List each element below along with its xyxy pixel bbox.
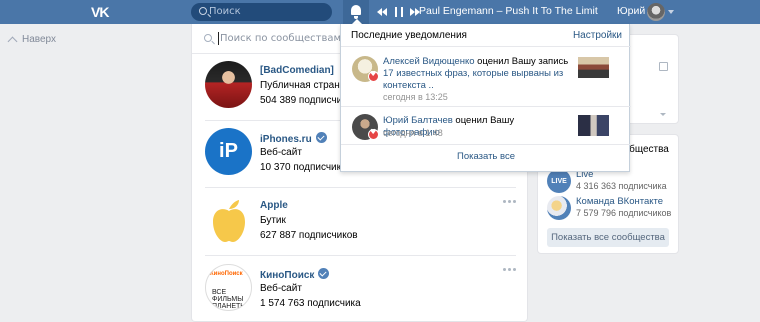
notification-time: сегодня в 1:48	[383, 128, 443, 138]
avatar-caption: ВСЕ ФИЛЬМЫ ПЛАНЕТЫ	[212, 289, 247, 310]
community-item[interactable]: Apple Бутик 627 887 подписчиков	[192, 190, 529, 256]
community-name[interactable]: КиноПоиск	[260, 268, 330, 281]
notification-object-link[interactable]: 17 известных фраз, которые вырваны из ко…	[383, 68, 563, 91]
bell-icon	[351, 5, 361, 19]
current-track-title[interactable]: Paul Engemann – Push It To The Limit	[419, 5, 598, 17]
chevron-down-icon[interactable]	[668, 10, 674, 14]
community-subscribers: 7 579 796 подписчиков	[576, 208, 672, 218]
divider	[205, 255, 516, 256]
community-name[interactable]: Команда ВКонтакте	[576, 196, 663, 207]
notification-item[interactable]: Алексей Видющенко оценил Вашу запись 17 …	[341, 54, 631, 104]
scroll-to-top-link[interactable]: Наверх	[7, 34, 56, 47]
search-icon	[204, 34, 212, 42]
search-placeholder: Поиск	[209, 6, 241, 17]
notifications-dropdown: Последние уведомления Настройки Алексей …	[340, 24, 631, 172]
photo-thumbnail[interactable]	[578, 115, 609, 136]
community-name-text: КиноПоиск	[260, 270, 315, 281]
apple-logo-icon	[212, 199, 245, 242]
calendar-icon[interactable]	[659, 62, 668, 71]
community-type: Веб-сайт	[260, 283, 302, 294]
notification-user-link[interactable]: Юрий Балтачев	[383, 115, 453, 126]
community-subscribers: 1 574 763 подписчика	[260, 298, 361, 309]
divider	[341, 144, 631, 145]
community-avatar[interactable]: КиноПоиск ВСЕ ФИЛЬМЫ ПЛАНЕТЫ	[205, 264, 252, 311]
community-search-placeholder: Поиск по сообществам	[220, 33, 342, 44]
community-subscribers: 10 370 подписчиков	[260, 162, 353, 173]
notifications-title: Последние уведомления	[351, 30, 467, 41]
divider	[341, 106, 631, 107]
previous-track-icon[interactable]	[377, 7, 388, 17]
notification-item[interactable]: Юрий Балтачев оценил Вашу фотографию сег…	[341, 112, 631, 146]
community-name[interactable]: iPhones.ru	[260, 132, 327, 145]
chevron-up-icon	[7, 36, 18, 47]
notification-action: оценил Вашу запись	[474, 56, 569, 67]
recommended-community-item[interactable]: Команда ВКонтакте 7 579 796 подписчиков	[547, 196, 677, 222]
community-avatar[interactable]: iP	[205, 128, 252, 175]
post-thumbnail[interactable]	[578, 57, 609, 78]
text-caret	[218, 32, 219, 45]
community-subscribers: 4 316 363 подписчика	[576, 181, 667, 191]
notification-time: сегодня в 13:25	[383, 92, 448, 102]
chevron-down-icon[interactable]	[660, 113, 666, 116]
pause-icon[interactable]	[395, 7, 403, 17]
community-subscribers: 504 389 подписчико	[260, 95, 353, 106]
avatar-caption-line: ФИЛЬМЫ	[212, 296, 244, 303]
verified-icon	[318, 268, 330, 279]
search-icon	[199, 7, 207, 15]
global-search-input[interactable]: Поиск	[191, 3, 332, 21]
like-heart-icon	[368, 128, 379, 140]
audio-player-controls	[377, 6, 421, 18]
notification-action: оценил Вашу	[452, 115, 515, 126]
notification-text: Алексей Видющенко оценил Вашу запись 17 …	[383, 56, 569, 92]
community-name[interactable]: [BadComedian]	[260, 65, 334, 76]
community-name[interactable]: Apple	[260, 200, 288, 211]
community-type: Бутик	[260, 215, 286, 226]
show-all-communities-button[interactable]: Показать все сообщества	[547, 228, 669, 247]
community-name-text: iPhones.ru	[260, 134, 312, 145]
community-avatar[interactable]	[547, 196, 571, 220]
community-avatar[interactable]	[205, 61, 252, 108]
notification-user-link[interactable]: Алексей Видющенко	[383, 56, 475, 67]
avatar-caption-line: ПЛАНЕТЫ	[212, 303, 247, 310]
kinopoisk-logo-text: КиноПоиск	[210, 271, 243, 277]
user-avatar[interactable]	[647, 3, 665, 21]
recommended-community-item[interactable]: LIVE Live 4 316 363 подписчика	[547, 169, 677, 195]
community-subscribers: 627 887 подписчиков	[260, 230, 358, 241]
scroll-to-top-label: Наверх	[22, 34, 56, 45]
avatar-caption-line: ВСЕ	[212, 289, 227, 296]
divider	[205, 187, 516, 188]
more-options-icon[interactable]	[503, 200, 516, 204]
community-avatar[interactable]	[205, 196, 252, 243]
notifications-header: Последние уведомления Настройки	[341, 24, 631, 47]
community-type: Веб-сайт	[260, 147, 302, 158]
top-header: VK Поиск Paul Engemann – Push It To The …	[0, 0, 760, 24]
show-all-notifications-link[interactable]: Показать все	[341, 151, 631, 162]
community-item[interactable]: КиноПоиск ВСЕ ФИЛЬМЫ ПЛАНЕТЫ КиноПоиск В…	[192, 258, 529, 322]
notifications-settings-link[interactable]: Настройки	[573, 30, 622, 41]
user-name[interactable]: Юрий	[617, 5, 645, 17]
verified-icon	[315, 132, 327, 143]
vk-logo[interactable]: VK	[91, 4, 113, 20]
like-heart-icon	[368, 70, 379, 82]
community-avatar[interactable]: LIVE	[547, 169, 571, 193]
more-options-icon[interactable]	[503, 268, 516, 272]
